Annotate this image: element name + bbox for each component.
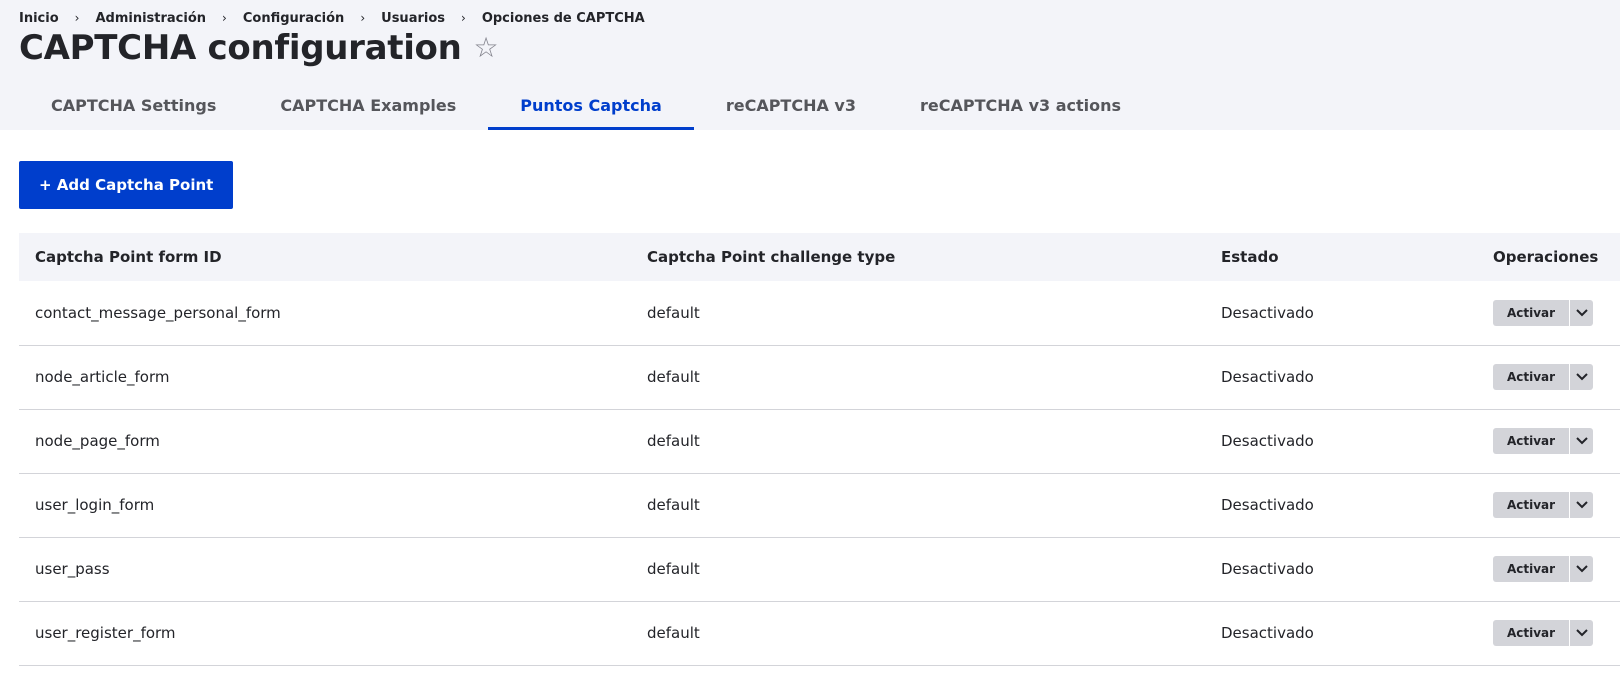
table-header-row: Captcha Point form ID Captcha Point chal…: [19, 233, 1620, 281]
breadcrumb-separator: ›: [222, 11, 227, 25]
table-row: user_login_form default Desactivado Acti…: [19, 473, 1620, 538]
breadcrumb-administracion[interactable]: Administración: [95, 11, 206, 26]
cell-estado: Desactivado: [1205, 281, 1477, 346]
column-header-form-id[interactable]: Captcha Point form ID: [19, 233, 631, 281]
cell-estado: Desactivado: [1205, 409, 1477, 474]
column-header-operaciones: Operaciones: [1493, 248, 1599, 266]
breadcrumb-opciones-captcha[interactable]: Opciones de CAPTCHA: [482, 11, 645, 26]
activar-button[interactable]: Activar: [1493, 556, 1569, 582]
operations-dropbutton: Activar: [1493, 620, 1593, 646]
activar-button[interactable]: Activar: [1493, 492, 1569, 518]
cell-operaciones: Activar: [1477, 281, 1620, 346]
cell-estado: Desactivado: [1205, 601, 1477, 666]
activar-button[interactable]: Activar: [1493, 620, 1569, 646]
activar-button[interactable]: Activar: [1493, 428, 1569, 454]
tab-captcha-settings[interactable]: CAPTCHA Settings: [19, 80, 248, 130]
table-row: user_register_form default Desactivado A…: [19, 601, 1620, 666]
cell-operaciones: Activar: [1477, 473, 1620, 538]
cell-operaciones: Activar: [1477, 601, 1620, 666]
cell-form-id: user_login_form: [19, 473, 631, 538]
activar-button[interactable]: Activar: [1493, 364, 1569, 390]
cell-challenge-type: default: [631, 601, 1205, 666]
tab-puntos-captcha[interactable]: Puntos Captcha: [488, 80, 694, 130]
activar-button[interactable]: Activar: [1493, 299, 1569, 326]
cell-form-id: contact_message_personal_form: [19, 281, 631, 346]
star-icon[interactable]: ☆: [474, 34, 499, 62]
column-header-estado[interactable]: Estado: [1205, 233, 1477, 281]
dropbutton-toggle[interactable]: [1569, 620, 1593, 646]
chevron-down-icon: [1575, 629, 1588, 637]
operations-dropbutton: Activar: [1493, 299, 1593, 326]
table-row: contact_message_personal_form default De…: [19, 281, 1620, 346]
cell-form-id: user_register_form: [19, 601, 631, 666]
captcha-points-table: Captcha Point form ID Captcha Point chal…: [19, 233, 1620, 666]
cell-form-id: user_pass: [19, 537, 631, 602]
cell-challenge-type: default: [631, 281, 1205, 346]
chevron-down-icon: [1575, 373, 1588, 381]
table-row: node_article_form default Desactivado Ac…: [19, 345, 1620, 410]
tab-captcha-examples[interactable]: CAPTCHA Examples: [248, 80, 488, 130]
dropbutton-toggle[interactable]: [1569, 428, 1593, 454]
cell-estado: Desactivado: [1205, 473, 1477, 538]
cell-challenge-type: default: [631, 473, 1205, 538]
cell-operaciones: Activar: [1477, 409, 1620, 474]
cell-challenge-type: default: [631, 409, 1205, 474]
cell-operaciones: Activar: [1477, 537, 1620, 602]
cell-challenge-type: default: [631, 537, 1205, 602]
operations-dropbutton: Activar: [1493, 428, 1593, 454]
chevron-down-icon: [1575, 309, 1588, 317]
cell-form-id: node_article_form: [19, 345, 631, 410]
cell-challenge-type: default: [631, 345, 1205, 410]
breadcrumb-separator: ›: [74, 11, 80, 25]
breadcrumb-usuarios[interactable]: Usuarios: [381, 11, 445, 26]
cell-operaciones: Activar: [1477, 345, 1620, 410]
title-row: CAPTCHA configuration ☆: [19, 28, 1601, 68]
cell-estado: Desactivado: [1205, 345, 1477, 410]
cell-form-id: node_page_form: [19, 409, 631, 474]
breadcrumb-separator: ›: [360, 11, 366, 25]
operations-dropbutton: Activar: [1493, 364, 1593, 390]
primary-tabs: CAPTCHA Settings CAPTCHA Examples Puntos…: [19, 80, 1153, 130]
chevron-down-icon: [1575, 501, 1588, 509]
table-row: node_page_form default Desactivado Activ…: [19, 409, 1620, 474]
page-title: CAPTCHA configuration: [19, 28, 462, 68]
breadcrumb-configuracion[interactable]: Configuración: [243, 11, 344, 26]
breadcrumb-separator: ›: [461, 11, 466, 25]
dropbutton-toggle[interactable]: [1569, 492, 1593, 518]
add-captcha-point-button[interactable]: + Add Captcha Point: [19, 161, 234, 209]
operations-dropbutton: Activar: [1493, 556, 1593, 582]
main-content: + Add Captcha Point Captcha Point form I…: [0, 130, 1620, 666]
cell-estado: Desactivado: [1205, 537, 1477, 602]
column-header-challenge-type[interactable]: Captcha Point challenge type: [631, 233, 1205, 281]
tab-recaptcha-v3[interactable]: reCAPTCHA v3: [694, 80, 888, 130]
dropbutton-toggle[interactable]: [1569, 364, 1593, 390]
table-row: user_pass default Desactivado Activar: [19, 537, 1620, 602]
chevron-down-icon: [1575, 437, 1588, 445]
page-header: Inicio › Administración › Configuración …: [0, 0, 1620, 130]
dropbutton-toggle[interactable]: [1569, 299, 1593, 326]
dropbutton-toggle[interactable]: [1569, 556, 1593, 582]
chevron-down-icon: [1575, 565, 1588, 573]
operations-dropbutton: Activar: [1493, 492, 1593, 518]
tab-recaptcha-v3-actions[interactable]: reCAPTCHA v3 actions: [888, 80, 1153, 130]
breadcrumb-inicio[interactable]: Inicio: [19, 11, 59, 26]
